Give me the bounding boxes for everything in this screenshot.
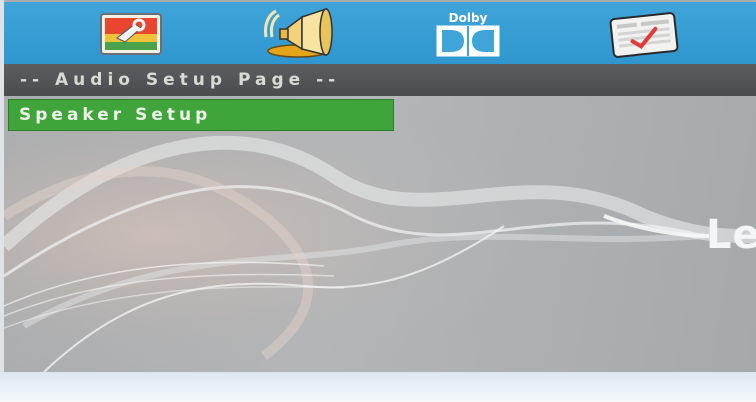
page-title: -- Audio Setup Page -- (20, 70, 341, 90)
tab-general-setup[interactable] (87, 6, 175, 62)
background-swoosh-graphic (4, 96, 756, 372)
audio-speaker-icon (264, 7, 333, 58)
general-setup-icon (100, 13, 162, 55)
menu-item-label: Speaker Setup (19, 105, 212, 125)
setup-menu-screen: Dolby -- Audio Setup Page -- Speaker Set… (0, 0, 756, 402)
bottom-strip (0, 372, 756, 402)
menu-item-speaker-setup[interactable]: Speaker Setup (8, 99, 394, 131)
tab-dolby-setup[interactable]: Dolby (424, 6, 512, 62)
tab-audio-setup[interactable] (254, 6, 342, 62)
double-d-logo (436, 25, 500, 57)
preference-setup-icon (609, 12, 679, 58)
tab-preference-setup[interactable] (600, 6, 688, 62)
dolby-digital-icon: Dolby (436, 11, 500, 57)
setup-tab-bar: Dolby (4, 2, 756, 64)
brand-logo-partial: Le (706, 212, 756, 258)
page-title-bar: -- Audio Setup Page -- (4, 64, 756, 96)
setup-content-area: Speaker Setup Le (4, 96, 756, 372)
dolby-label: Dolby (448, 11, 488, 25)
